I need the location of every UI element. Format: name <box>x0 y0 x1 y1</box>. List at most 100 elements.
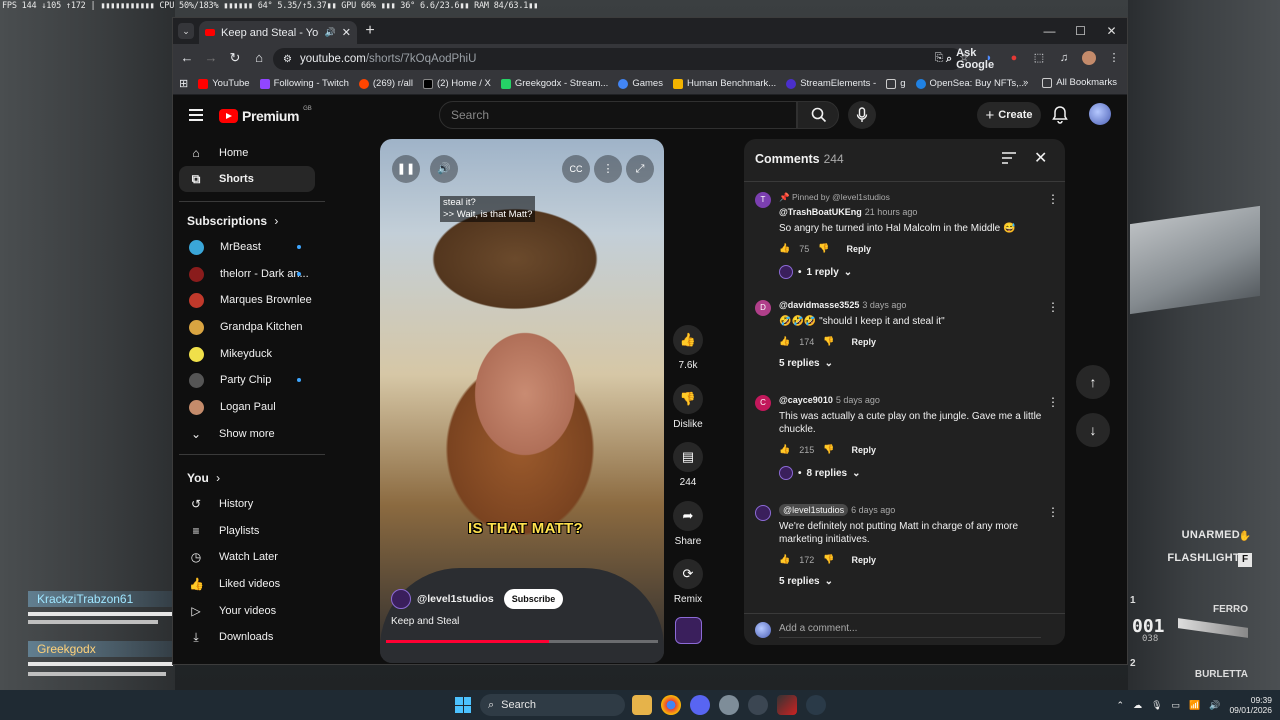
sidebar-item-playlists[interactable]: ≡ Playlists <box>179 518 315 544</box>
channel-name[interactable]: @level1studios <box>417 593 494 605</box>
maximize-button[interactable]: ☐ <box>1065 18 1096 44</box>
sidebar-item-home[interactable]: ⌂ Home <box>179 140 315 166</box>
subscription-item[interactable]: Marques Brownlee <box>179 287 315 313</box>
add-comment-input[interactable]: Add a comment... <box>779 623 1041 638</box>
view-replies-button[interactable]: 5 replies ⌄ <box>779 576 1051 587</box>
volume-button[interactable]: 🔊 <box>430 155 458 183</box>
creator-author-badge[interactable]: @level1studios <box>779 504 849 516</box>
thumbs-down-icon[interactable]: 👎 <box>823 444 834 455</box>
sidebar-item-your-videos[interactable]: ▷ Your videos <box>179 598 315 624</box>
reload-button[interactable]: ↻ <box>227 50 243 66</box>
comment-author[interactable]: @TrashBoatUKEng <box>779 207 862 217</box>
bookmark-item[interactable]: StreamElements - <box>786 78 876 89</box>
bookmark-item[interactable]: Human Benchmark... <box>672 78 776 89</box>
apps-grid-icon[interactable]: ⊞ <box>179 77 188 90</box>
forward-button[interactable]: → <box>203 50 219 66</box>
record-extension-icon[interactable]: ● <box>1007 51 1021 65</box>
commenter-avatar[interactable] <box>755 505 771 521</box>
thumbs-up-icon[interactable]: 👍 <box>779 444 790 455</box>
tab-search-button[interactable]: ⌄ <box>178 23 194 39</box>
reply-button[interactable]: Reply <box>851 555 876 565</box>
reply-button[interactable]: Reply <box>851 445 876 455</box>
comment-menu-icon[interactable]: ⋮ <box>1047 395 1059 409</box>
create-button[interactable]: + Create <box>977 102 1041 128</box>
voice-search-button[interactable] <box>848 101 876 129</box>
bookmark-item[interactable]: (2) Home / X <box>423 78 491 89</box>
ccleaner-icon[interactable] <box>806 695 826 715</box>
install-app-icon[interactable]: ⎘ <box>932 51 946 65</box>
comment-time[interactable]: 3 days ago <box>862 300 906 310</box>
search-input[interactable]: Search <box>439 101 797 129</box>
captions-button[interactable]: CC <box>562 155 590 183</box>
bookmark-item[interactable]: OpenSea: Buy NFTs,... <box>915 78 1027 89</box>
sidebar-item-liked-videos[interactable]: 👍 Liked videos <box>179 571 315 597</box>
discord-icon[interactable] <box>690 695 710 715</box>
speaker-icon[interactable]: 🔊 <box>325 27 336 38</box>
profile-avatar[interactable] <box>1082 51 1096 65</box>
view-replies-button[interactable]: • 1 reply ⌄ <box>779 265 1051 279</box>
home-button[interactable]: ⌂ <box>251 50 267 66</box>
extensions-puzzle-icon[interactable]: ⬚ <box>1032 51 1046 65</box>
tab-close-icon[interactable]: ✕ <box>342 26 351 39</box>
close-comments-icon[interactable]: ✕ <box>1034 148 1047 168</box>
reply-button[interactable]: Reply <box>846 244 871 254</box>
youtube-logo[interactable]: Premium GB <box>219 106 312 124</box>
bookmark-item[interactable]: Games <box>618 78 663 89</box>
comment-time[interactable]: 21 hours ago <box>865 207 918 217</box>
back-button[interactable]: ← <box>179 50 195 66</box>
commenter-avatar[interactable]: T <box>755 192 771 208</box>
like-action[interactable]: 👍 7.6k <box>673 325 703 371</box>
thumbs-up-icon[interactable]: 👍 <box>779 243 790 254</box>
steam-icon[interactable] <box>748 695 768 715</box>
bookmark-item[interactable]: Greekgodx - Stream... <box>500 78 608 89</box>
menu-icon[interactable] <box>189 109 203 121</box>
thumbs-down-icon[interactable]: 👎 <box>823 336 834 347</box>
bookmark-item[interactable]: YouTube <box>198 78 250 89</box>
bookmark-star-icon[interactable]: ☆ <box>957 51 971 65</box>
search-button[interactable] <box>797 101 839 129</box>
short-video-player[interactable]: ❚❚ 🔊 CC ⋮ ⤢ steal it? >> Wait, is that M… <box>380 139 664 663</box>
more-bookmarks-icon[interactable]: » <box>1023 77 1028 88</box>
tray-overflow-icon[interactable]: ⌃ <box>1117 700 1125 711</box>
account-avatar[interactable] <box>1089 103 1111 125</box>
subscription-item[interactable]: Party Chip <box>179 367 315 393</box>
thumbs-down-icon[interactable]: 👎 <box>818 243 829 254</box>
file-explorer-icon[interactable] <box>632 695 652 715</box>
show-more-button[interactable]: ⌄ Show more <box>179 421 315 447</box>
more-options-button[interactable]: ⋮ <box>594 155 622 183</box>
comment-menu-icon[interactable]: ⋮ <box>1047 300 1059 314</box>
close-window-button[interactable]: ✕ <box>1096 18 1127 44</box>
comment-menu-icon[interactable]: ⋮ <box>1047 192 1059 206</box>
subscribe-button[interactable]: Subscribe <box>503 589 564 609</box>
previous-short-button[interactable]: ↑ <box>1076 365 1110 399</box>
bookmark-item[interactable]: Following - Twitch <box>259 78 349 89</box>
app-icon[interactable] <box>777 695 797 715</box>
pause-button[interactable]: ❚❚ <box>392 155 420 183</box>
reply-button[interactable]: Reply <box>851 337 876 347</box>
extension-icon[interactable]: ◗ <box>982 51 996 65</box>
subscription-item[interactable]: MrBeast <box>179 234 315 260</box>
view-replies-button[interactable]: • 8 replies ⌄ <box>779 466 1051 480</box>
all-bookmarks-button[interactable]: All Bookmarks <box>1042 77 1117 88</box>
you-heading[interactable]: You › <box>187 471 220 485</box>
subscription-item[interactable]: Logan Paul <box>179 394 315 420</box>
taskbar-search[interactable]: ⌕ Search <box>480 694 625 716</box>
thumbs-up-icon[interactable]: 👍 <box>779 336 790 347</box>
remix-action[interactable]: ⟳ Remix <box>673 559 703 605</box>
windows-start-icon[interactable] <box>455 697 471 713</box>
comment-menu-icon[interactable]: ⋮ <box>1047 505 1059 519</box>
comments-action[interactable]: ▤ 244 <box>673 442 703 488</box>
thumbs-down-icon[interactable]: 👎 <box>823 554 834 565</box>
display-icon[interactable]: ▭ <box>1172 700 1181 711</box>
settings-icon[interactable] <box>719 695 739 715</box>
sidebar-item-history[interactable]: ↺ History <box>179 491 315 517</box>
sidebar-item-shorts[interactable]: ⧉ Shorts <box>179 166 315 192</box>
site-info-icon[interactable]: ⚙ <box>283 54 292 65</box>
bookmark-item[interactable]: (269) r/all <box>358 78 413 89</box>
chrome-icon[interactable] <box>661 695 681 715</box>
subscription-item[interactable]: thelorr - Dark an... <box>179 261 315 287</box>
notifications-bell-icon[interactable] <box>1051 105 1069 125</box>
comment-time[interactable]: 5 days ago <box>836 395 880 405</box>
sidebar-item-watch-later[interactable]: ◷ Watch Later <box>179 544 315 570</box>
comment-author[interactable]: @cayce9010 <box>779 395 833 405</box>
